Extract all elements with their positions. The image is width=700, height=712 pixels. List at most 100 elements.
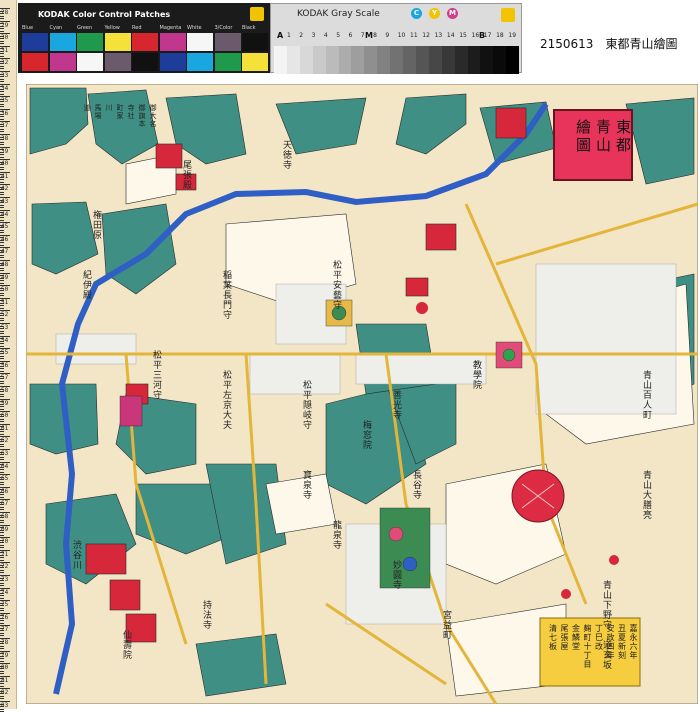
ruler-minor-tick [0,690,4,692]
map-place-label: 宮益町 [441,610,451,640]
gray-scale-number: 9 [385,32,390,39]
ruler-minor-tick [0,496,4,498]
map-legend-item: 町家 [116,104,124,120]
imprint-line: 丑夏新刻 [617,624,627,660]
ruler-minor-tick [0,333,4,334]
map-place-label: 長谷寺 [411,470,421,500]
ruler-minor-tick [0,30,4,32]
ruler-minor-tick [0,406,4,408]
ruler-minor-tick [0,539,4,541]
map-place-label: 渋谷川 [71,540,81,570]
ruler-minor-tick [0,527,4,529]
gray-patch [493,46,507,74]
color-patch-label: Black [242,25,256,31]
ruler-minor-tick [0,534,4,536]
ruler-minor-tick [0,401,4,403]
color-patch [22,33,48,51]
color-patch [104,53,131,71]
gray-patch [403,46,416,74]
ruler-minor-tick [0,602,4,604]
ruler-minor-tick [0,207,4,208]
ruler-minor-tick [0,106,4,108]
gray-patch [441,46,455,74]
gray-scale-number: 1 [287,32,291,39]
ruler-minor-tick [0,204,4,206]
gray-scale-number: 7 [360,32,365,39]
ruler-minor-tick [0,403,4,405]
ruler-minor-tick [0,262,4,264]
ruler-minor-tick [0,232,4,234]
map-place-label: 寶泉寺 [301,470,311,500]
imprint-line: 麹町十丁目 [583,624,592,669]
ruler-minor-tick [0,302,4,304]
color-patch [132,53,158,71]
ruler-minor-tick [0,126,4,128]
color-patch-label: 3/Color [214,25,233,31]
color-patch [77,53,103,71]
imprint-line: 嘉永六年 [629,624,638,660]
ruler-minor-tick [0,552,4,554]
ruler-minor-tick [0,380,4,382]
ruler-minor-tick [0,431,4,433]
ruler-minor-tick [0,363,4,365]
ruler-minor-tick [0,698,4,700]
ruler-minor-tick [0,55,4,57]
ruler-minor-tick [0,655,4,657]
ruler-minor-tick [0,307,4,309]
ruler-minor-tick [0,214,4,216]
kodak-logo-icon [501,8,515,22]
ruler-minor-tick [0,149,4,151]
ruler-minor-tick [0,522,4,523]
ruler-minor-tick [0,88,4,90]
ruler-minor-tick [0,93,4,95]
ruler-minor-tick [0,592,4,594]
color-patch [132,33,158,51]
ruler-minor-tick [0,350,4,352]
gray-patch [390,46,404,74]
ruler-minor-tick [0,375,4,377]
ruler-minor-tick [0,199,4,201]
map-place-label: 持法寺 [201,600,211,630]
gray-scale-number: 19 [508,32,517,39]
ruler-minor-tick [0,68,4,70]
ruler-minor-tick [0,290,4,292]
ruler-minor-tick [0,300,4,302]
gray-patch [299,46,313,74]
ruler-minor-tick [0,18,4,19]
ruler-minor-tick [0,640,4,642]
ruler-minor-tick [0,408,4,410]
ruler-minor-tick [0,15,4,17]
ruler-minor-tick [0,443,4,445]
color-patch [159,53,186,71]
map-place-label: 梅窓院 [361,420,371,450]
gray-patch [428,46,442,74]
ruler-minor-tick [0,40,4,42]
catalog-id: 2150613 東都青山繪圖 [540,37,678,51]
ruler-minor-tick [0,13,4,14]
ruler-minor-tick [0,514,4,516]
ruler-minor-tick [0,224,4,226]
ruler-minor-tick [0,267,4,269]
color-patch [49,53,76,71]
ruler-minor-tick [0,620,4,622]
ruler-minor-tick [0,330,4,332]
kodak-logo-icon [250,7,264,21]
ruler-minor-tick [0,277,4,279]
ruler-minor-tick [0,393,4,395]
color-patch-label: Green [77,25,93,31]
color-patch-label: Yellow [104,25,120,31]
ruler-minor-tick [0,249,4,251]
ruler-minor-tick [0,242,4,244]
ruler-minor-tick [0,610,4,612]
ruler-minor-tick [0,569,4,571]
cmy-dot-y: Y [429,8,440,19]
gray-scale-number: 10 [397,32,406,39]
edo-aoyama-map: 東 都 青 山 繪 圖 [26,84,698,704]
ruler-minor-tick [0,693,4,695]
color-patch-label: Magenta [159,25,182,31]
ruler-minor-tick [0,433,4,435]
ruler-minor-tick [0,212,4,214]
color-patch [104,33,131,51]
ruler-minor-tick [0,572,4,574]
ruler-minor-tick [0,141,4,143]
